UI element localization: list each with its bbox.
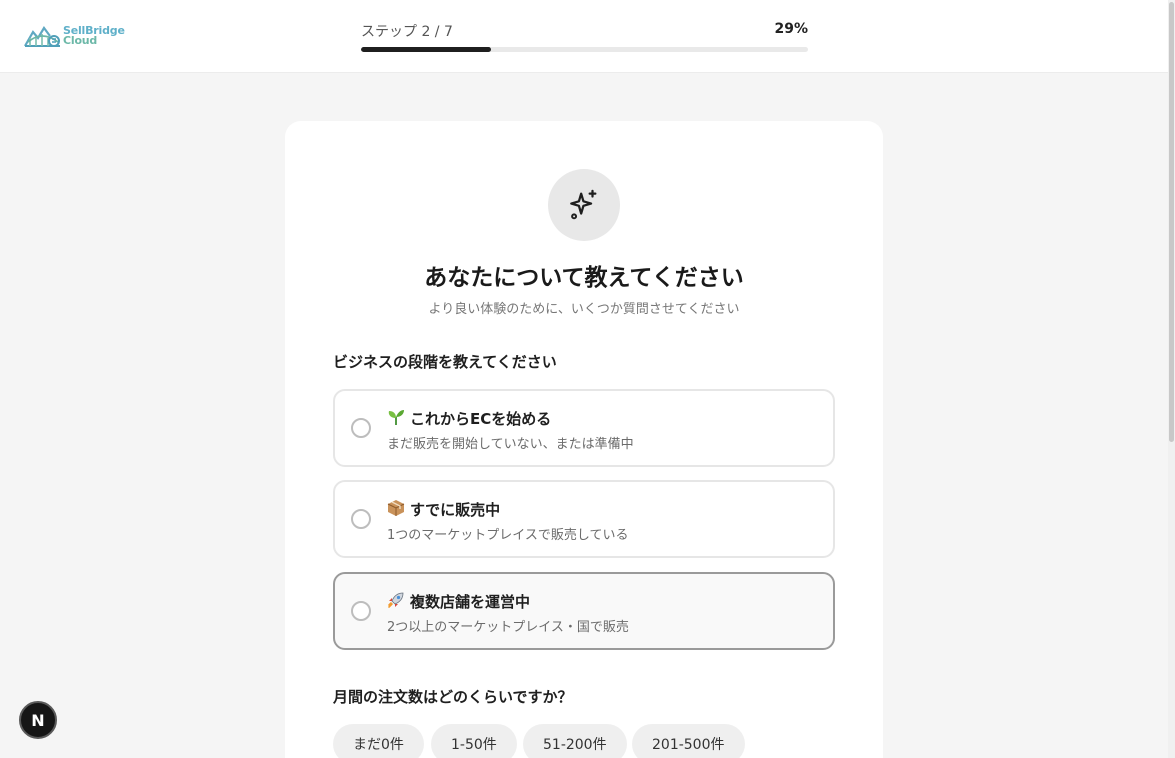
dev-tools-badge[interactable]: N [19, 701, 57, 739]
orders-option-201-500[interactable]: 201-500件 [632, 724, 745, 758]
orders-option-51-200[interactable]: 51-200件 [523, 724, 627, 758]
scrollbar-thumb[interactable] [1169, 2, 1174, 442]
option-title: これからECを始める [410, 410, 552, 428]
option-start-ec[interactable]: これからECを始める まだ販売を開始していない、または準備中 [333, 389, 835, 467]
orders-option-0[interactable]: まだ0件 [333, 724, 424, 758]
option-multi-store[interactable]: 複数店舗を運営中 2つ以上のマーケットプレイス・国で販売 [333, 572, 835, 650]
business-stage-question: ビジネスの段階を教えてください [333, 353, 557, 371]
onboarding-card: あなたについて教えてください より良い体験のために、いくつか質問させてください … [285, 121, 883, 758]
monthly-orders-question: 月間の注文数はどのくらいですか？ [333, 688, 573, 706]
package-icon [387, 500, 405, 516]
rocket-icon [388, 592, 404, 608]
option-description: 2つ以上のマーケットプレイス・国で販売 [387, 620, 629, 635]
sparkles-icon-badge [548, 169, 620, 241]
option-description: 1つのマーケットプレイスで販売している [387, 528, 629, 543]
page-title: あなたについて教えてください [424, 265, 744, 291]
sparkles-icon [570, 189, 597, 220]
step-indicator: ステップ 2 / 7 [361, 24, 453, 40]
option-title: 複数店舗を運営中 [410, 593, 531, 611]
page-subtitle: より良い体験のために、いくつか質問させてください [428, 302, 740, 317]
option-description: まだ販売を開始していない、または準備中 [387, 437, 634, 452]
radio-button[interactable] [351, 509, 371, 529]
header: SellBridge Cloud ステップ 2 / 7 29% [0, 0, 1168, 73]
seedling-icon [388, 410, 404, 425]
brand-line2: Cloud [63, 34, 98, 47]
onboarding-page: SellBridge Cloud ステップ 2 / 7 29% あなたについて教… [0, 0, 1175, 758]
orders-option-1-50[interactable]: 1-50件 [431, 724, 517, 758]
progress-bar [361, 47, 808, 52]
page-scrollbar[interactable] [1168, 0, 1175, 758]
progress-percent: 29% [774, 21, 808, 37]
brand-logo[interactable]: SellBridge Cloud [24, 22, 125, 50]
bridge-logo-icon [24, 26, 60, 47]
brand-wordmark: SellBridge Cloud [63, 25, 125, 47]
radio-button[interactable] [351, 418, 371, 438]
radio-button[interactable] [351, 601, 371, 621]
option-title: すでに販売中 [410, 501, 501, 519]
option-already-selling[interactable]: すでに販売中 1つのマーケットプレイスで販売している [333, 480, 835, 558]
progress-bar-fill [361, 47, 491, 52]
